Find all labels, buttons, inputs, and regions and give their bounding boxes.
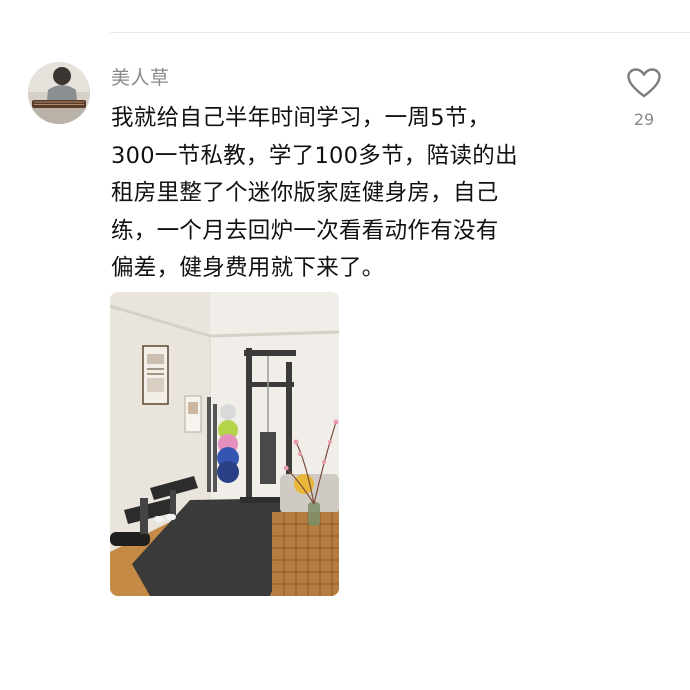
comment-line: 我就给自己半年时间学习，一周5节，: [111, 105, 491, 131]
comment-line: 练，一个月去回炉一次看看动作有没有: [111, 217, 499, 244]
like-count: 29: [633, 110, 655, 129]
comment-author[interactable]: 美人草: [111, 63, 170, 90]
like-button[interactable]: 29: [618, 68, 670, 129]
avatar[interactable]: [28, 62, 90, 124]
top-divider: [110, 32, 690, 33]
home-gym-photo[interactable]: [110, 292, 339, 596]
comment-line: 偏差，健身费用就下来了。: [111, 255, 385, 281]
comment-line: 租房里整了个迷你版家庭健身房，自己: [111, 180, 499, 206]
comment-line: 300一节私教，学了100多节，陪读的出: [111, 142, 518, 169]
comment-text: 我就给自己半年时间学习，一周5节， 300一节私教，学了100多节，陪读的出 租…: [111, 100, 591, 288]
heart-outline-icon: [627, 68, 661, 98]
